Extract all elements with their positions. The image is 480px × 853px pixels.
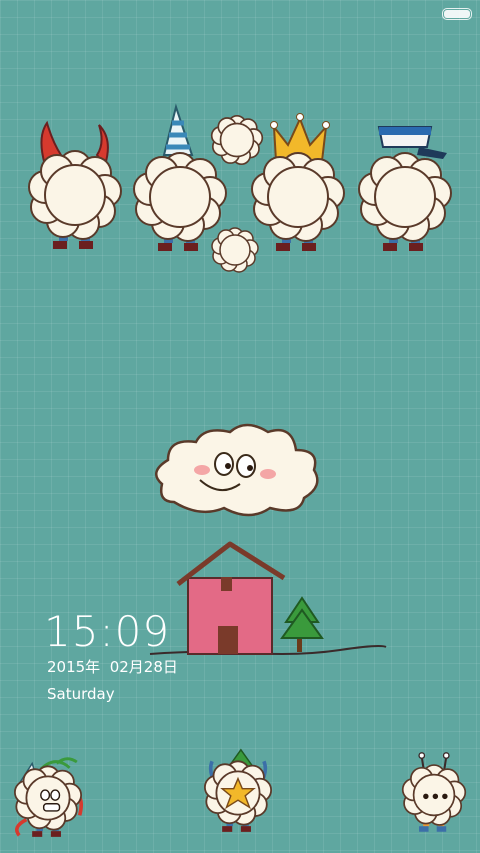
sheep-cap [358, 126, 452, 251]
pink-house [176, 541, 286, 655]
lockscreen-weekday: Saturday [47, 685, 115, 703]
small-cloud-top [210, 114, 264, 166]
sheep-antenna [401, 752, 467, 832]
sheep-party-blower [13, 757, 84, 837]
sheep-star [203, 748, 273, 832]
sheep-devil-horns [28, 120, 122, 249]
lockscreen-time: 15:09 [44, 607, 171, 656]
sheep-party-hat [133, 103, 227, 251]
wallpaper-illustration [13, 103, 467, 837]
sheep-crown [251, 113, 345, 251]
lockscreen-date: 2015年 02月28日 [47, 658, 178, 676]
smiling-cloud [155, 423, 319, 517]
small-cloud-bottom [211, 227, 259, 273]
green-tree [280, 596, 324, 652]
